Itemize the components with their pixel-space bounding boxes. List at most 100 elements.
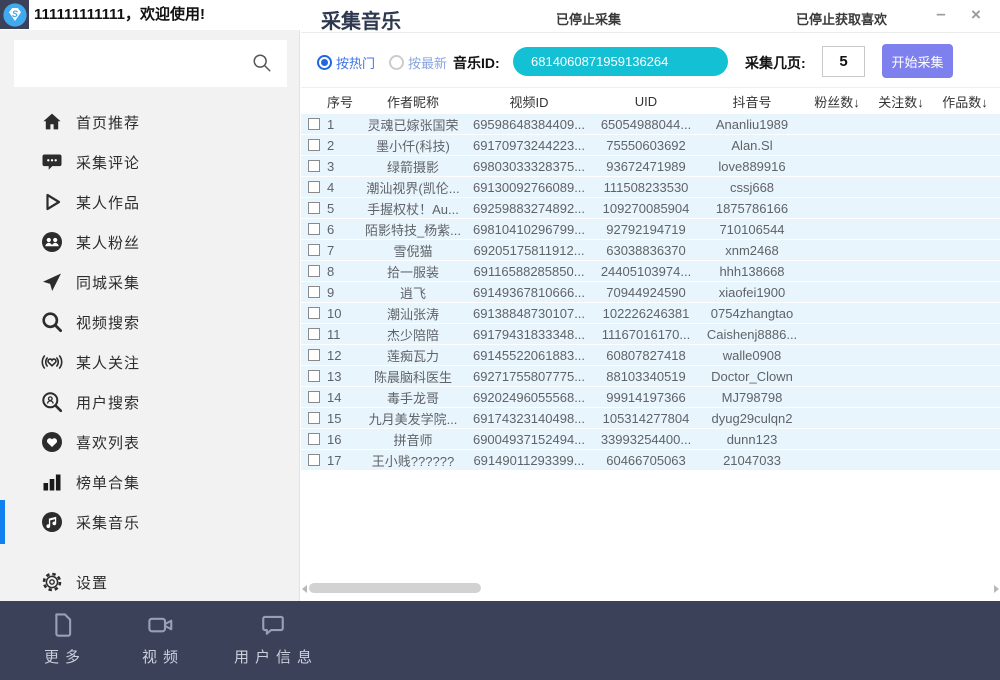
row-author: 莲痴瓦力 <box>361 346 465 365</box>
col-video-id: 视频ID <box>465 92 593 111</box>
bottom-item-more[interactable]: 更多 <box>38 610 86 667</box>
sidebar-item-label: 采集音乐 <box>76 512 140 533</box>
row-checkbox[interactable] <box>308 391 320 403</box>
row-douyin-id: MJ798798 <box>699 390 805 405</box>
bottom-item-user-info[interactable]: 用户信息 <box>228 610 318 667</box>
row-checkbox[interactable] <box>308 223 320 235</box>
music-id-input[interactable] <box>513 47 728 76</box>
sidebar-item-works[interactable]: 某人作品 <box>0 182 300 222</box>
row-seq: 2 <box>327 138 361 153</box>
sidebar-item-likes[interactable]: 喜欢列表 <box>0 422 300 462</box>
row-checkbox[interactable] <box>308 265 320 277</box>
home-icon <box>40 110 64 134</box>
scrollbar-thumb[interactable] <box>309 583 481 593</box>
row-uid: 88103340519 <box>593 369 699 384</box>
gear-icon <box>40 570 64 594</box>
radio-sort-new[interactable]: 按最新 <box>389 53 447 72</box>
row-video-id: 69810410296799... <box>465 222 593 237</box>
row-uid: 75550603692 <box>593 138 699 153</box>
row-uid: 70944924590 <box>593 285 699 300</box>
search-icon[interactable] <box>251 52 273 74</box>
title-bar: S 111111111111，欢迎使用! <box>0 0 300 30</box>
table-body: 1 灵魂已嫁张国荣 69598648384409... 65054988044.… <box>301 114 1000 471</box>
radio-selected-icon[interactable] <box>317 55 332 70</box>
col-works-sort[interactable]: 作品数↓ <box>933 92 997 111</box>
row-uid: 109270085904 <box>593 201 699 216</box>
scroll-left-arrow-icon[interactable] <box>302 585 307 593</box>
row-checkbox[interactable] <box>308 307 320 319</box>
table-row: 8 拾一服装 69116588285850... 24405103974... … <box>301 261 1000 282</box>
sidebar-item-video-search[interactable]: 视频搜索 <box>0 302 300 342</box>
row-uid: 65054988044... <box>593 117 699 132</box>
radio-unselected-icon[interactable] <box>389 55 404 70</box>
sidebar-item-rankings[interactable]: 榜单合集 <box>0 462 300 502</box>
row-author: 毒手龙哥 <box>361 388 465 407</box>
table-row: 5 手握权杖！Au... 69259883274892... 109270085… <box>301 198 1000 219</box>
table-row: 12 莲痴瓦力 69145522061883... 60807827418 wa… <box>301 345 1000 366</box>
row-checkbox-cell <box>301 118 327 130</box>
row-checkbox-cell <box>301 244 327 256</box>
row-video-id: 69004937152494... <box>465 432 593 447</box>
row-checkbox[interactable] <box>308 181 320 193</box>
row-checkbox-cell <box>301 223 327 235</box>
music-id-label: 音乐ID: <box>453 53 500 73</box>
row-checkbox-cell <box>301 433 327 445</box>
pages-input[interactable] <box>822 46 865 77</box>
row-checkbox-cell <box>301 454 327 466</box>
row-checkbox[interactable] <box>308 118 320 130</box>
video-search-icon <box>40 310 64 334</box>
radio-label: 按最新 <box>408 53 447 72</box>
radio-sort-hot[interactable]: 按热门 <box>317 53 375 72</box>
sidebar-item-follows[interactable]: 某人关注 <box>0 342 300 382</box>
sidebar-item-city[interactable]: 同城采集 <box>0 262 300 302</box>
sidebar-item-music[interactable]: 采集音乐 <box>0 502 300 542</box>
search-input[interactable] <box>24 48 244 78</box>
user-search-icon <box>40 390 64 414</box>
row-seq: 16 <box>327 432 361 447</box>
row-checkbox[interactable] <box>308 349 320 361</box>
row-author: 陈晨脑科医生 <box>361 367 465 386</box>
row-uid: 33993254400... <box>593 432 699 447</box>
row-checkbox[interactable] <box>308 202 320 214</box>
sidebar-item-label: 榜单合集 <box>76 472 140 493</box>
row-uid: 60807827418 <box>593 348 699 363</box>
scroll-right-arrow-icon[interactable] <box>994 585 999 593</box>
row-checkbox[interactable] <box>308 370 320 382</box>
row-checkbox[interactable] <box>308 454 320 466</box>
sidebar-item-settings[interactable]: 设置 <box>0 562 300 602</box>
row-douyin-id: walle0908 <box>699 348 805 363</box>
row-checkbox-cell <box>301 349 327 361</box>
row-video-id: 69149011293399... <box>465 453 593 468</box>
row-checkbox[interactable] <box>308 433 320 445</box>
start-collect-button[interactable]: 开始采集 <box>882 44 953 78</box>
row-checkbox[interactable] <box>308 244 320 256</box>
bottom-item-video[interactable]: 视频 <box>136 610 184 667</box>
col-follow-sort[interactable]: 关注数↓ <box>869 92 933 111</box>
row-author: 拼音师 <box>361 430 465 449</box>
col-seq: 序号 <box>327 92 361 111</box>
minimize-button[interactable]: – <box>929 3 953 27</box>
row-douyin-id: 1875786166 <box>699 201 805 216</box>
pages-label: 采集几页: <box>745 53 806 73</box>
row-checkbox[interactable] <box>308 328 320 340</box>
sidebar-item-home[interactable]: 首页推荐 <box>0 102 300 142</box>
sidebar-item-user-search[interactable]: 用户搜索 <box>0 382 300 422</box>
sidebar-item-comments[interactable]: 采集评论 <box>0 142 300 182</box>
sidebar-item-label: 同城采集 <box>76 272 140 293</box>
row-checkbox[interactable] <box>308 160 320 172</box>
table-row: 4 潮汕视界(凯伦... 69130092766089... 111508233… <box>301 177 1000 198</box>
row-checkbox[interactable] <box>308 139 320 151</box>
close-button[interactable]: × <box>964 3 988 27</box>
sidebar-item-label: 某人作品 <box>76 192 140 213</box>
row-video-id: 69116588285850... <box>465 264 593 279</box>
col-fans-sort[interactable]: 粉丝数↓ <box>805 92 869 111</box>
main-header: 采集音乐 已停止采集 已停止获取喜欢 – × <box>301 0 1000 33</box>
row-checkbox[interactable] <box>308 412 320 424</box>
row-seq: 7 <box>327 243 361 258</box>
sidebar-item-fans[interactable]: 某人粉丝 <box>0 222 300 262</box>
row-seq: 15 <box>327 411 361 426</box>
row-uid: 11167016170... <box>593 327 699 342</box>
row-author: 九月美发学院... <box>361 409 465 428</box>
row-checkbox[interactable] <box>308 286 320 298</box>
row-checkbox-cell <box>301 370 327 382</box>
